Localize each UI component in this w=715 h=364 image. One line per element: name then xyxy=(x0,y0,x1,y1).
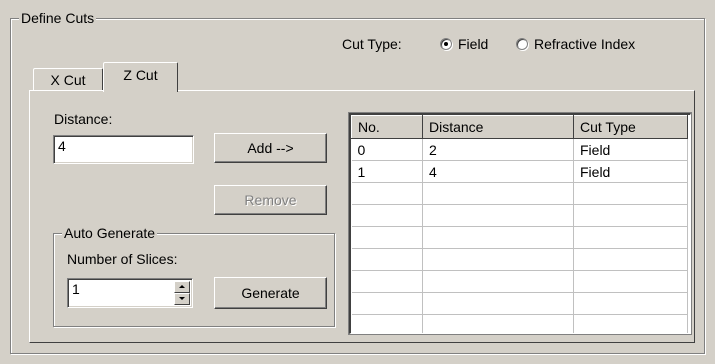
column-header-no[interactable]: No. xyxy=(351,115,423,139)
define-cuts-title: Define Cuts xyxy=(19,10,97,26)
slices-spin-down-button[interactable] xyxy=(174,293,190,305)
cell-no: 1 xyxy=(351,160,423,183)
cut-type-label: Cut Type: xyxy=(342,36,402,52)
cell-distance: 4 xyxy=(422,160,574,183)
cell-distance: 2 xyxy=(422,138,574,161)
empty-row xyxy=(351,314,688,333)
auto-generate-title: Auto Generate xyxy=(62,225,158,241)
slices-spin-up-button[interactable] xyxy=(174,281,190,293)
radio-unselected-icon xyxy=(516,38,528,50)
cuts-table[interactable]: No. Distance Cut Type 0 2 Field 1 4 Fiel… xyxy=(348,112,692,335)
cell-no: 0 xyxy=(351,138,423,161)
distance-label: Distance: xyxy=(54,111,113,127)
table-row[interactable]: 1 4 Field xyxy=(351,160,688,183)
empty-row xyxy=(351,270,688,293)
number-of-slices-label: Number of Slices: xyxy=(67,251,178,267)
empty-row xyxy=(351,292,688,315)
cut-type-field-label: Field xyxy=(458,36,489,52)
table-header-row: No. Distance Cut Type xyxy=(351,115,688,139)
cut-type-refractive-index-label: Refractive Index xyxy=(534,36,636,52)
tab-z-cut[interactable]: Z Cut xyxy=(103,62,178,92)
add-button[interactable]: Add --> xyxy=(214,133,327,163)
distance-input-value: 4 xyxy=(58,138,66,154)
tab-x-cut[interactable]: X Cut xyxy=(33,68,103,90)
number-of-slices-value: 1 xyxy=(72,281,80,297)
spin-up-icon xyxy=(179,285,185,288)
cell-cut-type: Field xyxy=(573,138,688,161)
cut-type-field-radio[interactable]: Field xyxy=(440,36,488,52)
cell-cut-type: Field xyxy=(573,160,688,183)
remove-button[interactable]: Remove xyxy=(214,185,327,215)
table-row[interactable]: 0 2 Field xyxy=(351,138,688,161)
spin-down-icon xyxy=(179,297,185,300)
generate-button[interactable]: Generate xyxy=(214,277,327,309)
column-header-distance[interactable]: Distance xyxy=(422,115,574,139)
radio-selected-icon xyxy=(440,38,452,50)
empty-row xyxy=(351,204,688,227)
cut-type-refractive-index-radio[interactable]: Refractive Index xyxy=(516,36,635,52)
empty-row xyxy=(351,226,688,249)
empty-row xyxy=(351,248,688,271)
column-header-cut-type[interactable]: Cut Type xyxy=(573,115,688,139)
distance-input[interactable]: 4 xyxy=(53,135,194,164)
empty-row xyxy=(351,182,688,205)
